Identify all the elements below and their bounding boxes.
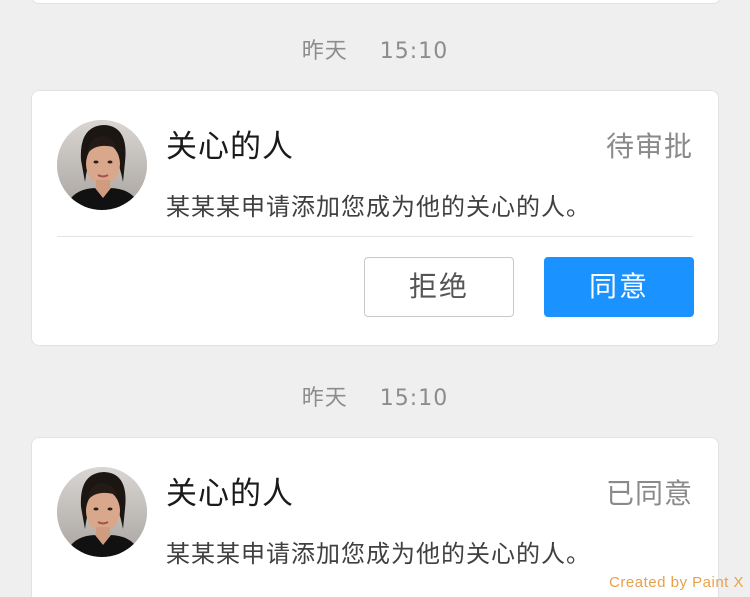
avatar xyxy=(57,467,147,557)
watermark: Created by Paint X xyxy=(609,574,744,591)
notification-message: 某某某申请添加您成为他的关心的人。 xyxy=(166,540,591,568)
notification-card-approved: 关心的人 已同意 某某某申请添加您成为他的关心的人。 xyxy=(31,437,719,597)
reject-button[interactable]: 拒绝 xyxy=(364,257,514,317)
timestamp-clock: 15:10 xyxy=(379,386,449,411)
timestamp: 昨天 15:10 xyxy=(0,33,750,65)
timestamp-day: 昨天 xyxy=(301,386,348,411)
avatar-image xyxy=(57,467,147,557)
avatar xyxy=(57,120,147,210)
notification-message: 某某某申请添加您成为他的关心的人。 xyxy=(166,193,591,221)
timestamp-day: 昨天 xyxy=(301,39,348,64)
timestamp: 昨天 15:10 xyxy=(0,380,750,412)
status-badge: 已同意 xyxy=(605,477,693,510)
divider xyxy=(57,236,693,237)
agree-button[interactable]: 同意 xyxy=(544,257,694,317)
previous-card-edge xyxy=(31,0,721,4)
notification-title: 关心的人 xyxy=(166,476,294,512)
timestamp-clock: 15:10 xyxy=(379,39,449,64)
notification-title: 关心的人 xyxy=(166,129,294,165)
notification-page: 昨天 15:10 关心的人 待审批 某某某申请添加您成为他的关心的人。 拒绝 同… xyxy=(0,0,750,597)
status-badge: 待审批 xyxy=(605,130,693,163)
notification-card-pending: 关心的人 待审批 某某某申请添加您成为他的关心的人。 拒绝 同意 xyxy=(31,90,719,346)
avatar-image xyxy=(57,120,147,210)
